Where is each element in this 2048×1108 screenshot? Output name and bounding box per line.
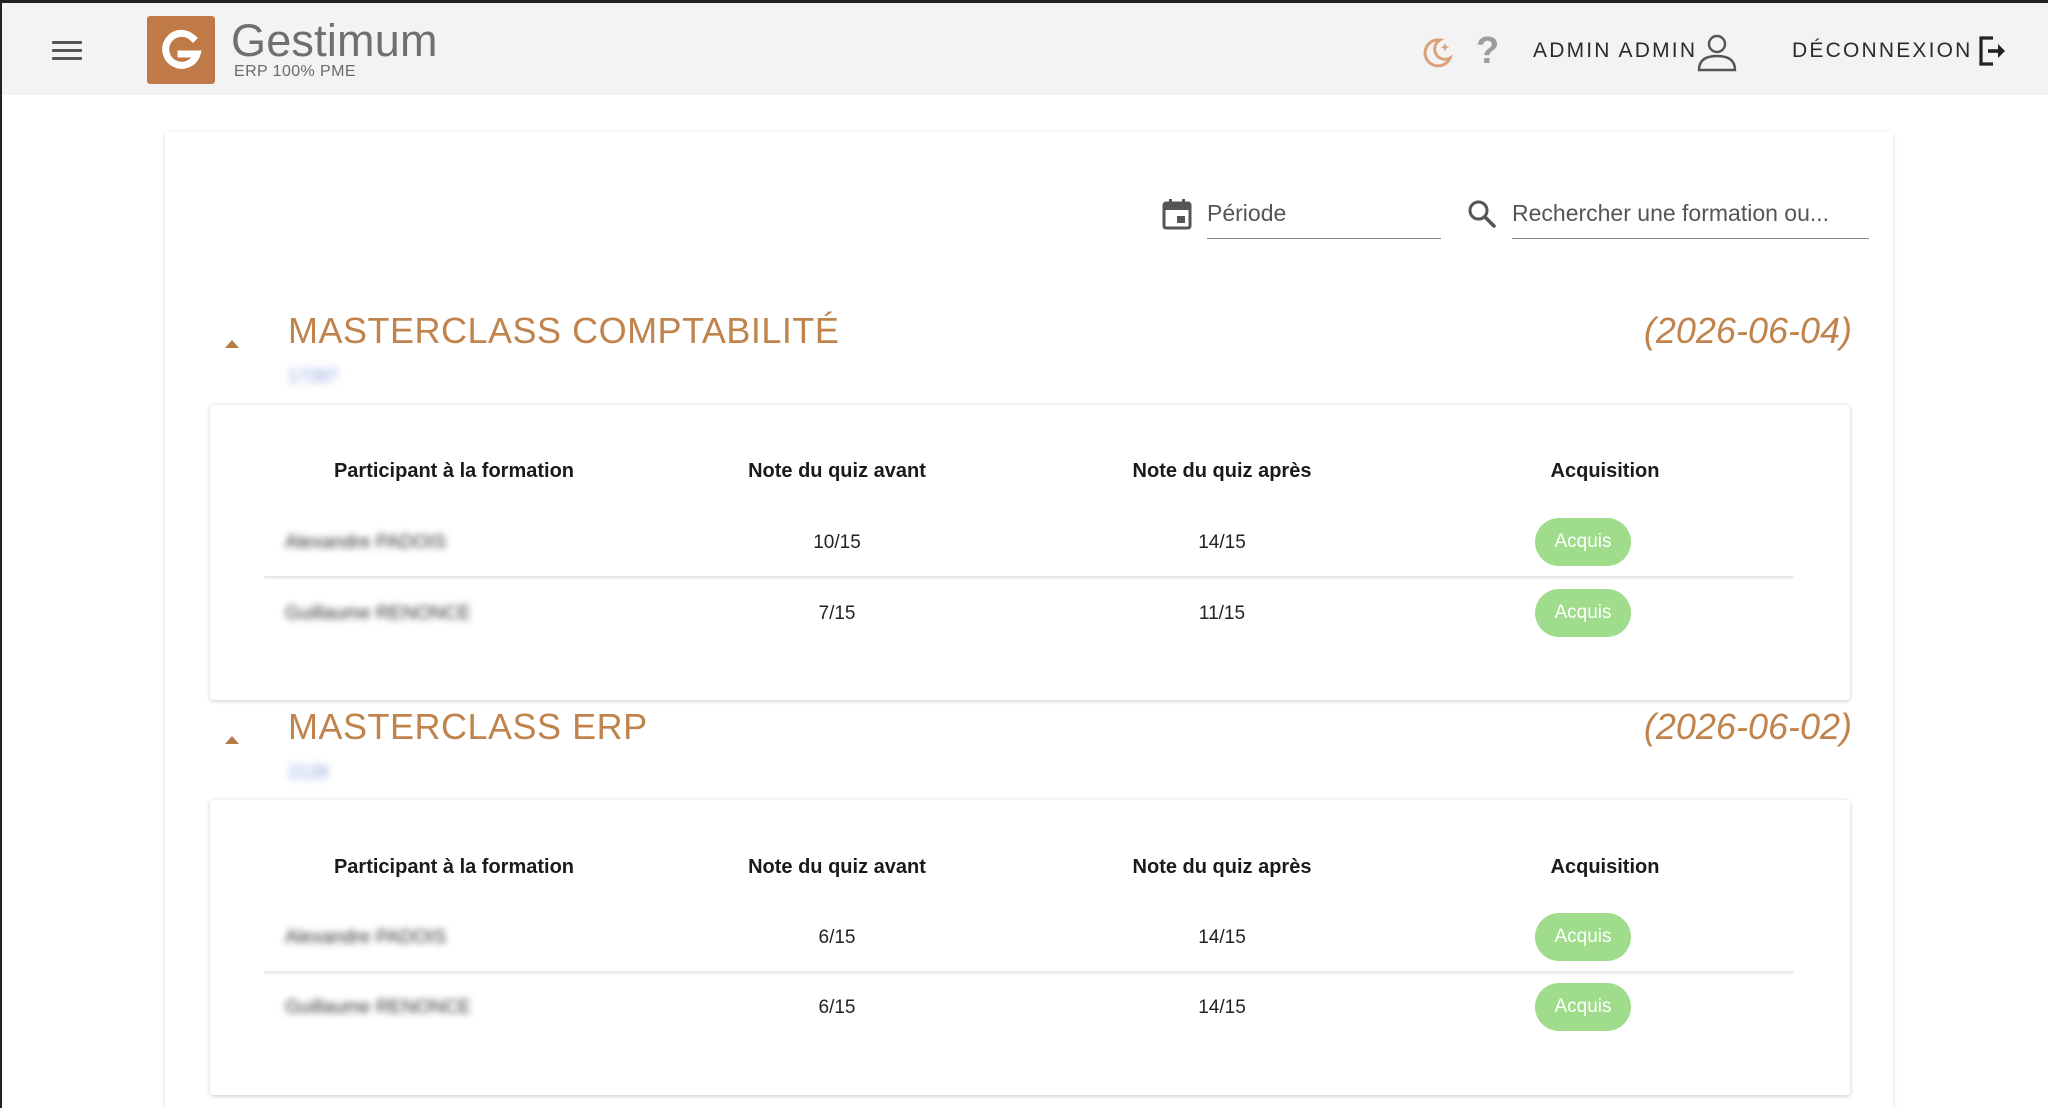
participant-name: Alexandre PADOIS	[285, 927, 447, 948]
column-header-quiz-before: Note du quiz avant	[748, 856, 926, 878]
section-title: MASTERCLASS COMPTABILITÉ	[288, 310, 840, 351]
quiz-after-score: 14/15	[1198, 927, 1246, 948]
participant-name: Alexandre PADOIS	[285, 532, 447, 553]
logo-tagline: ERP 100% PME	[234, 63, 356, 80]
status-badge[interactable]: Acquis	[1535, 913, 1631, 961]
section-date: (2026-06-02)	[1643, 706, 1852, 747]
help-icon[interactable]: ?	[1476, 30, 1499, 73]
column-header-quiz-after: Note du quiz après	[1132, 856, 1312, 878]
gestimum-logo[interactable]	[147, 16, 215, 84]
logout-button[interactable]: DÉCONNEXION	[1792, 39, 1973, 63]
row-divider	[264, 576, 1794, 578]
period-filter[interactable]	[1207, 196, 1441, 239]
quiz-before-score: 6/15	[818, 927, 856, 948]
status-badge[interactable]: Acquis	[1535, 518, 1631, 566]
row-divider	[264, 971, 1794, 973]
theme-moon-icon[interactable]	[1420, 34, 1456, 70]
search-filter[interactable]	[1512, 196, 1869, 239]
participant-name: Guillaume RENONCE	[285, 997, 471, 1018]
column-header-participant: Participant à la formation	[333, 460, 575, 482]
collapse-arrow-icon[interactable]	[222, 336, 242, 352]
column-header-quiz-after: Note du quiz après	[1132, 460, 1312, 482]
column-header-acquisition: Acquisition	[1550, 856, 1660, 878]
logo-name: Gestimum	[231, 15, 438, 66]
section-code: 2128	[288, 762, 329, 782]
quiz-before-score: 10/15	[813, 532, 861, 553]
section-title: MASTERCLASS ERP	[288, 706, 648, 747]
search-icon[interactable]	[1467, 199, 1497, 229]
user-menu[interactable]: ADMIN ADMIN	[1533, 39, 1697, 63]
period-input[interactable]	[1207, 200, 1441, 227]
section-date: (2026-06-04)	[1643, 310, 1852, 351]
status-badge[interactable]: Acquis	[1535, 983, 1631, 1031]
column-header-participant: Participant à la formation	[333, 856, 575, 878]
quiz-before-score: 7/15	[818, 603, 856, 624]
column-header-quiz-before: Note du quiz avant	[748, 460, 926, 482]
menu-icon[interactable]	[52, 41, 82, 63]
participant-name: Guillaume RENONCE	[285, 603, 471, 624]
section-code: 17287	[288, 366, 339, 386]
calendar-icon[interactable]	[1162, 198, 1192, 230]
quiz-before-score: 6/15	[818, 997, 856, 1018]
column-header-acquisition: Acquisition	[1550, 460, 1660, 482]
user-icon[interactable]	[1696, 32, 1738, 72]
search-input[interactable]	[1512, 200, 1869, 227]
collapse-arrow-icon[interactable]	[222, 732, 242, 748]
status-badge[interactable]: Acquis	[1535, 589, 1631, 637]
quiz-after-score: 14/15	[1198, 997, 1246, 1018]
quiz-after-score: 14/15	[1198, 532, 1246, 553]
top-bar: Gestimum ERP 100% PME ? ADMIN ADMIN DÉCO…	[2, 0, 2048, 95]
logout-icon[interactable]	[1978, 35, 2008, 67]
quiz-after-score: 11/15	[1198, 603, 1246, 624]
